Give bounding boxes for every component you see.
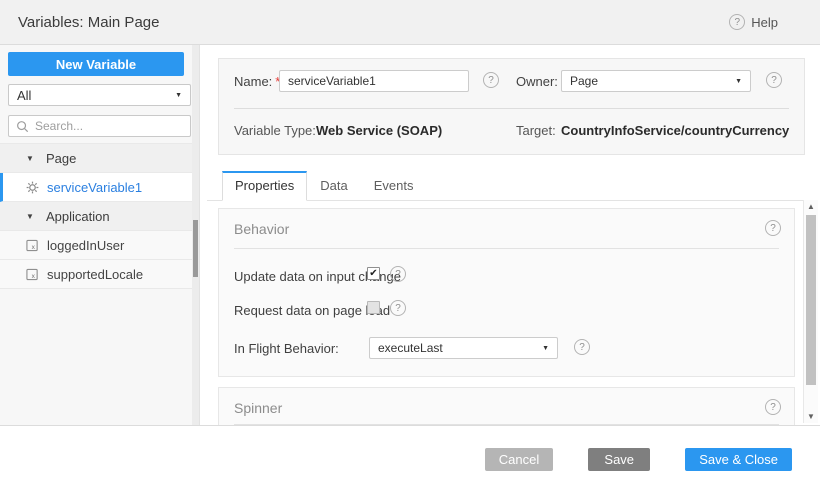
behavior-section-title: Behavior xyxy=(234,221,289,237)
chevron-down-icon: ▼ xyxy=(735,78,742,85)
dialog-footer: Cancel Save Save & Close xyxy=(0,425,820,487)
help-label: Help xyxy=(751,15,778,30)
content-scrollbar-thumb[interactable] xyxy=(806,215,816,385)
tree-item-label: supportedLocale xyxy=(47,267,143,282)
sidebar-scrollbar-thumb[interactable] xyxy=(193,220,198,277)
tab-data[interactable]: Data xyxy=(307,171,360,201)
behavior-help-icon[interactable] xyxy=(765,220,781,236)
name-help-icon[interactable] xyxy=(483,72,499,88)
tree-item-label: serviceVariable1 xyxy=(47,180,142,195)
inflight-behavior-select[interactable]: executeLast ▼ xyxy=(369,337,558,359)
help-circle-icon xyxy=(729,14,745,30)
chevron-down-icon: ▼ xyxy=(542,345,549,352)
sidebar-scrollbar-track[interactable] xyxy=(192,45,199,425)
variable-filter-select[interactable]: All ▼ xyxy=(8,84,191,106)
name-label: Name:* xyxy=(234,74,280,89)
variable-summary-card: Name:* Owner:* Page ▼ Variable Type: Web… xyxy=(218,58,805,155)
webservice-variable-icon xyxy=(26,181,39,194)
target-value: CountryInfoService/countryCurrency xyxy=(561,123,789,138)
tab-properties[interactable]: Properties xyxy=(222,171,307,201)
inflight-behavior-value: executeLast xyxy=(378,341,542,355)
owner-value: Page xyxy=(570,74,735,88)
inflight-behavior-label: In Flight Behavior: xyxy=(234,341,339,356)
variables-tree: ▼ Page serviceVariable1 ▼ Application x xyxy=(0,143,199,289)
search-input[interactable] xyxy=(35,119,183,133)
owner-select[interactable]: Page ▼ xyxy=(561,70,751,92)
new-variable-button[interactable]: New Variable xyxy=(8,52,184,76)
behavior-section: Behavior Update data on input change Req… xyxy=(218,208,795,377)
request-data-help-icon[interactable] xyxy=(390,300,406,316)
scroll-up-arrow-icon[interactable]: ▲ xyxy=(804,202,818,211)
help-link[interactable]: Help xyxy=(729,14,778,30)
target-label: Target: xyxy=(516,123,556,138)
sidebar-item-loggedinuser[interactable]: x loggedInUser xyxy=(0,231,199,260)
variables-dialog: Variables: Main Page Help New Variable A… xyxy=(0,0,820,487)
variable-type-label: Variable Type: xyxy=(234,123,316,138)
tree-group-label: Application xyxy=(46,209,110,224)
sidebar-group-page[interactable]: ▼ Page xyxy=(0,144,199,173)
collapse-arrow-icon[interactable]: ▼ xyxy=(26,154,38,163)
detail-tabs: Properties Data Events xyxy=(207,170,803,201)
request-data-checkbox[interactable] xyxy=(367,301,380,314)
variable-detail-panel: Name:* Owner:* Page ▼ Variable Type: Web… xyxy=(200,45,820,425)
owner-label: Owner:* xyxy=(516,74,566,89)
page-title: Variables: Main Page xyxy=(18,14,729,31)
scroll-down-arrow-icon[interactable]: ▼ xyxy=(804,412,818,421)
svg-text:x: x xyxy=(32,272,36,279)
spinner-section: Spinner xyxy=(218,387,795,425)
inflight-help-icon[interactable] xyxy=(574,339,590,355)
static-variable-icon: x xyxy=(26,239,39,252)
sidebar-group-application[interactable]: ▼ Application xyxy=(0,202,199,231)
variable-type-value: Web Service (SOAP) xyxy=(316,123,442,138)
owner-help-icon[interactable] xyxy=(766,72,782,88)
update-data-help-icon[interactable] xyxy=(390,266,406,282)
save-button[interactable]: Save xyxy=(588,448,650,471)
search-icon xyxy=(16,120,29,133)
dialog-body: New Variable All ▼ ▼ Page xyxy=(0,45,820,425)
form-divider xyxy=(234,108,789,109)
name-input[interactable] xyxy=(279,70,469,92)
svg-text:x: x xyxy=(32,243,36,250)
sidebar-item-supportedlocale[interactable]: x supportedLocale xyxy=(0,260,199,289)
tab-events[interactable]: Events xyxy=(361,171,427,201)
content-scrollbar-track[interactable]: ▲ ▼ xyxy=(803,200,818,423)
spinner-help-icon[interactable] xyxy=(765,399,781,415)
save-and-close-button[interactable]: Save & Close xyxy=(685,448,792,471)
update-data-checkbox[interactable] xyxy=(367,267,380,280)
chevron-down-icon: ▼ xyxy=(175,92,182,99)
section-divider xyxy=(234,248,779,249)
tree-group-label: Page xyxy=(46,151,76,166)
tree-item-label: loggedInUser xyxy=(47,238,124,253)
variable-filter-value: All xyxy=(17,88,175,103)
sidebar-item-servicevariable1[interactable]: serviceVariable1 xyxy=(0,173,199,202)
dialog-header: Variables: Main Page Help xyxy=(0,0,820,45)
variable-search[interactable] xyxy=(8,115,191,137)
cancel-button[interactable]: Cancel xyxy=(485,448,553,471)
collapse-arrow-icon[interactable]: ▼ xyxy=(26,212,38,221)
static-variable-icon: x xyxy=(26,268,39,281)
spinner-section-title: Spinner xyxy=(234,400,282,416)
variables-sidebar: New Variable All ▼ ▼ Page xyxy=(0,45,200,425)
